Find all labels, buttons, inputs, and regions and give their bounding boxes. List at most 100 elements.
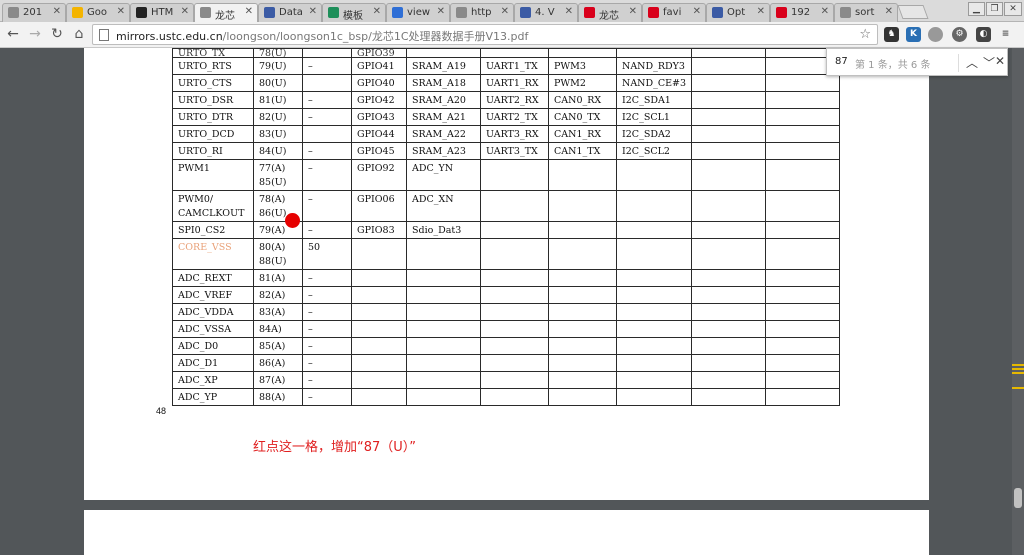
table-cell xyxy=(548,221,617,239)
mask-extension-icon[interactable]: ◐ xyxy=(976,27,991,42)
forward-button[interactable]: → xyxy=(26,25,44,43)
tab-close-icon[interactable]: ✕ xyxy=(117,6,125,17)
browser-tab[interactable]: Goo ✕ xyxy=(66,3,130,22)
table-cell xyxy=(406,371,481,389)
reload-button[interactable]: ↻ xyxy=(48,25,66,43)
table-cell xyxy=(548,286,617,304)
table-cell xyxy=(548,238,617,270)
vertical-scrollbar[interactable] xyxy=(1012,48,1024,555)
find-next-button[interactable]: ﹀ xyxy=(983,54,995,71)
browser-tab[interactable]: 192 ✕ xyxy=(770,3,834,22)
browser-tab[interactable]: HTM ✕ xyxy=(130,3,194,22)
spy-extension-icon[interactable]: ♞ xyxy=(884,27,899,42)
close-window-button[interactable]: ✕ xyxy=(1004,2,1022,16)
browser-tab[interactable]: view ✕ xyxy=(386,3,450,22)
browser-tab[interactable]: favi ✕ xyxy=(642,3,706,22)
table-cell: UART2_TX xyxy=(480,108,549,126)
table-cell xyxy=(302,125,352,143)
minimize-button[interactable]: ▁ xyxy=(968,2,985,16)
table-row: URTO_DSR 81(U) – GPIO42 SRAM_A20 UART2_RX CAN0… xyxy=(172,91,841,109)
table-cell xyxy=(480,269,549,287)
table-row: ADC_VSSA 84A) – xyxy=(172,320,841,338)
table-cell: 83(A) xyxy=(253,303,303,321)
table-cell: URTO_DSR xyxy=(172,91,254,109)
tab-close-icon[interactable]: ✕ xyxy=(437,6,445,17)
tab-title: Data xyxy=(279,7,303,18)
tab-close-icon[interactable]: ✕ xyxy=(501,6,509,17)
table-cell: SPI0_CS2 xyxy=(172,221,254,239)
url-text[interactable]: mirrors.ustc.edu.cn/loongson/loongson1c_… xyxy=(116,28,528,44)
table-cell xyxy=(765,320,841,338)
table-cell: SRAM_A20 xyxy=(406,91,481,109)
table-cell xyxy=(480,159,549,191)
table-cell xyxy=(615,303,693,321)
tab-title: 龙芯 xyxy=(599,11,619,22)
tab-close-icon[interactable]: ✕ xyxy=(757,6,765,17)
table-cell: URTO_CTS xyxy=(172,74,254,92)
table-row: URTO_DCD 83(U) GPIO44 SRAM_A22 UART3_RX CAN1_… xyxy=(172,125,841,143)
tab-close-icon[interactable]: ✕ xyxy=(53,6,61,17)
table-cell: – xyxy=(302,303,352,321)
table-row: ADC_YP 88(A) – xyxy=(172,388,841,406)
table-cell xyxy=(691,48,767,58)
browser-tab[interactable]: http ✕ xyxy=(450,3,514,22)
globe-icon xyxy=(520,7,531,18)
tab-close-icon[interactable]: ✕ xyxy=(373,6,381,17)
table-cell: – xyxy=(302,57,352,75)
table-cell: – xyxy=(302,190,352,222)
table-cell xyxy=(765,371,841,389)
table-cell xyxy=(615,337,693,355)
k-extension-icon[interactable]: K xyxy=(906,27,921,42)
find-previous-button[interactable]: ︿ xyxy=(966,54,978,71)
match-marker xyxy=(1012,387,1024,389)
table-cell xyxy=(480,190,549,222)
table-cell: PWM2 xyxy=(548,74,617,92)
pdf-viewer[interactable]: URTO_TX 78(U) GPIO39 URTO_RTS 79(U) – GPIO41 SR… xyxy=(0,48,1024,555)
browser-tab[interactable]: 龙芯 ✕ xyxy=(578,3,642,22)
table-cell xyxy=(548,48,617,58)
new-tab-button[interactable] xyxy=(897,5,929,19)
tab-close-icon[interactable]: ✕ xyxy=(629,6,637,17)
table-cell: 81(U) xyxy=(253,91,303,109)
browser-tab[interactable]: 201 ✕ xyxy=(2,3,66,22)
find-separator xyxy=(958,54,959,72)
globe-icon xyxy=(264,7,275,18)
browser-tab[interactable]: Data ✕ xyxy=(258,3,322,22)
browser-tab[interactable]: 龙芯 ✕ xyxy=(194,3,258,22)
back-button[interactable]: ← xyxy=(4,25,22,43)
table-cell: – xyxy=(302,108,352,126)
table-cell xyxy=(691,74,767,92)
table-cell xyxy=(615,269,693,287)
tab-close-icon[interactable]: ✕ xyxy=(181,6,189,17)
scrollbar-thumb[interactable] xyxy=(1014,488,1022,508)
page-info-icon[interactable] xyxy=(99,29,109,41)
table-cell xyxy=(480,303,549,321)
menu-icon[interactable]: ≡ xyxy=(998,27,1013,42)
table-cell xyxy=(351,388,407,406)
browser-tab[interactable]: 模板 ✕ xyxy=(322,3,386,22)
find-close-button[interactable]: ✕ xyxy=(995,54,1005,68)
tab-close-icon[interactable]: ✕ xyxy=(309,6,317,17)
table-cell: URTO_RI xyxy=(172,142,254,160)
bookmark-star-icon[interactable]: ☆ xyxy=(859,27,871,42)
browser-tab[interactable]: sort ✕ xyxy=(834,3,898,22)
table-cell xyxy=(765,125,841,143)
address-bar[interactable]: mirrors.ustc.edu.cn/loongson/loongson1c_… xyxy=(92,24,878,45)
restore-button[interactable]: ❐ xyxy=(986,2,1003,16)
tab-close-icon[interactable]: ✕ xyxy=(245,6,253,17)
csdn-icon xyxy=(584,7,595,18)
browser-tab[interactable]: 4. V ✕ xyxy=(514,3,578,22)
table-cell xyxy=(406,303,481,321)
tab-close-icon[interactable]: ✕ xyxy=(693,6,701,17)
tab-close-icon[interactable]: ✕ xyxy=(885,6,893,17)
find-input[interactable]: 87 xyxy=(835,56,848,67)
red-dot-marker xyxy=(285,213,300,228)
home-button[interactable]: ⌂ xyxy=(70,25,88,43)
circle-extension-icon[interactable] xyxy=(928,27,943,42)
browser-tab[interactable]: Opt ✕ xyxy=(706,3,770,22)
gear-extension-icon[interactable]: ⚙ xyxy=(952,27,967,42)
tab-close-icon[interactable]: ✕ xyxy=(565,6,573,17)
table-cell xyxy=(691,388,767,406)
tab-close-icon[interactable]: ✕ xyxy=(821,6,829,17)
table-cell xyxy=(302,48,352,58)
